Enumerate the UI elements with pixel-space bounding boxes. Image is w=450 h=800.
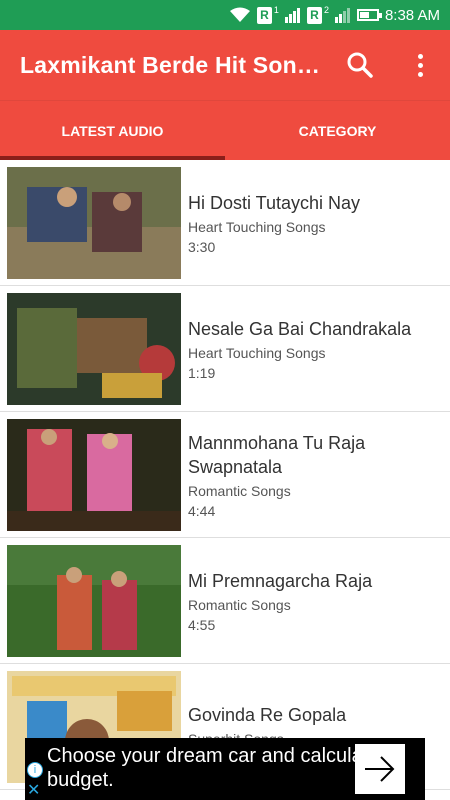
song-thumbnail bbox=[7, 419, 181, 531]
song-duration: 4:55 bbox=[188, 616, 216, 633]
ad-arrow-button[interactable] bbox=[355, 744, 405, 794]
ad-banner[interactable]: i ✕ Choose your dream car and calculate … bbox=[25, 738, 425, 800]
ad-info-icon[interactable]: i bbox=[27, 762, 43, 778]
wifi-icon bbox=[229, 7, 251, 23]
clock: 8:38 AM bbox=[384, 6, 440, 24]
list-item[interactable]: Nesale Ga Bai Chandrakala Heart Touching… bbox=[0, 286, 450, 412]
song-duration: 4:44 bbox=[188, 502, 216, 519]
app-bar: Laxmikant Berde Hit Son… bbox=[0, 30, 450, 100]
battery-icon bbox=[356, 9, 382, 21]
tab-latest-audio[interactable]: LATEST AUDIO bbox=[0, 101, 225, 160]
song-duration: 3:30 bbox=[188, 238, 216, 255]
overflow-menu-icon[interactable] bbox=[410, 50, 430, 80]
song-list[interactable]: Hi Dosti Tutaychi Nay Heart Touching Son… bbox=[0, 160, 450, 800]
song-thumbnail bbox=[7, 545, 181, 657]
song-category: Romantic Songs bbox=[188, 596, 291, 613]
song-title: Mi Premnagarcha Raja bbox=[188, 570, 373, 591]
song-thumbnail bbox=[7, 167, 181, 279]
tab-category[interactable]: CATEGORY bbox=[225, 101, 450, 160]
song-thumbnail bbox=[7, 293, 181, 405]
song-title: Nesale Ga Bai Chandrakala bbox=[188, 318, 412, 339]
song-category: Heart Touching Songs bbox=[188, 344, 326, 361]
ad-close-icon[interactable]: ✕ bbox=[27, 780, 40, 800]
song-category: Heart Touching Songs bbox=[188, 218, 326, 235]
song-title: Hi Dosti Tutaychi Nay bbox=[188, 192, 361, 213]
sim2-icon: R bbox=[306, 6, 322, 24]
list-item[interactable]: Mannmohana Tu Raja Swapnatala Romantic S… bbox=[0, 412, 450, 538]
sim2-sup: 2 bbox=[323, 5, 329, 15]
song-duration: 1:19 bbox=[188, 364, 216, 381]
sim1-sup: 1 bbox=[273, 5, 279, 15]
status-bar: R 1 R 2 8:38 AM bbox=[0, 0, 450, 30]
search-icon[interactable] bbox=[345, 50, 375, 80]
signal2-icon bbox=[334, 7, 351, 23]
page-title: Laxmikant Berde Hit Son… bbox=[20, 52, 321, 78]
song-category: Romantic Songs bbox=[188, 482, 291, 499]
sim1-icon: R bbox=[256, 6, 272, 24]
song-title: Govinda Re Gopala bbox=[188, 704, 347, 725]
tab-bar: LATEST AUDIO CATEGORY bbox=[0, 100, 450, 160]
list-item[interactable]: Mi Premnagarcha Raja Romantic Songs 4:55 bbox=[0, 538, 450, 664]
list-item[interactable]: Hi Dosti Tutaychi Nay Heart Touching Son… bbox=[0, 160, 450, 286]
song-title: Mannmohana Tu Raja Swapnatala bbox=[188, 432, 366, 477]
signal1-icon bbox=[284, 7, 301, 23]
